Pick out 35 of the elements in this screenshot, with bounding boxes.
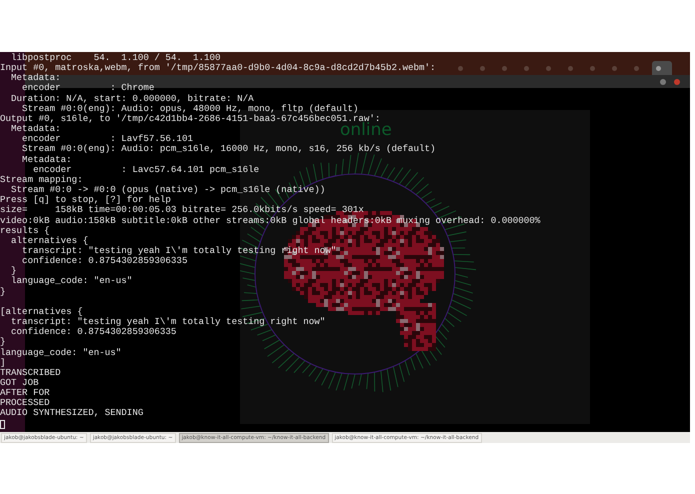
terminal-line: size= 158kB time=00:00:05.03 bitrate= 256.0kbits/s speed= 301x	[0, 205, 364, 216]
terminal-line: results {	[0, 226, 50, 236]
terminal-line: Input #0, matroska,webm, from '/tmp/85877aa0-d9b0-4d04-8c9a-d8cd2d7b45b2.webm':	[0, 63, 436, 74]
terminal-line: alternatives {	[10, 236, 88, 246]
terminal-line: [alternatives {	[0, 306, 83, 317]
terminal-line: PROCESSED	[0, 398, 50, 408]
terminal-line: transcript: "testing yeah I\'m totally testing right now"	[21, 246, 336, 256]
terminal-line: Stream #0:0(eng): Audio: opus, 48000 Hz, mono, fltp (default)	[21, 104, 358, 114]
browser-tab[interactable]	[652, 61, 672, 75]
terminal-line: }	[10, 266, 17, 276]
terminal-line: AFTER FOR	[0, 388, 50, 398]
terminal-line: encoder : Chrome	[21, 83, 154, 94]
terminal-line: libpostproc 54. 1.100 / 54. 1.100	[10, 53, 221, 63]
terminal-line: confidence: 0.8754302859306335	[21, 256, 188, 266]
terminal-line: Stream #0:0(eng): Audio: pcm_s16le, 16000 Hz, mono, s16, 256 kb/s (default)	[21, 144, 436, 155]
terminal-line: TRANSCRIBED	[0, 368, 61, 378]
terminal-line: Stream mapping:	[0, 174, 83, 186]
terminal-line: ]	[0, 358, 6, 368]
terminal-line: language_code: "en-us"	[10, 276, 132, 287]
terminal-line: Metadata:	[10, 73, 61, 84]
terminal-line: }	[0, 337, 6, 348]
terminal-line: AUDIO SYNTHESIZED, SENDING	[0, 408, 144, 419]
cursor-icon	[0, 420, 5, 429]
terminal-line: transcript: "testing yeah I\'m totally testing right now"	[10, 317, 326, 328]
terminal-line: language_code: "en-us"	[0, 348, 122, 358]
terminal-line: Metadata:	[10, 124, 61, 134]
terminal-line: encoder : Lavc57.64.101 pcm_s16le	[32, 164, 260, 175]
terminal-line: Press [q] to stop, [?] for help	[0, 195, 171, 206]
terminal-line: Stream #0:0 -> #0:0 (opus (native) -> pcm_s16le (native))	[10, 185, 326, 196]
terminal-line: confidence: 0.8754302859306335	[10, 327, 176, 338]
terminal-line: }	[0, 286, 6, 297]
terminal-line: encoder : Lavf57.56.101	[21, 134, 193, 144]
terminal-line: GOT JOB	[0, 378, 39, 388]
terminal-line: Duration: N/A, start: 0.000000, bitrate: N/A	[10, 94, 254, 104]
terminal-line: Metadata:	[21, 154, 72, 165]
